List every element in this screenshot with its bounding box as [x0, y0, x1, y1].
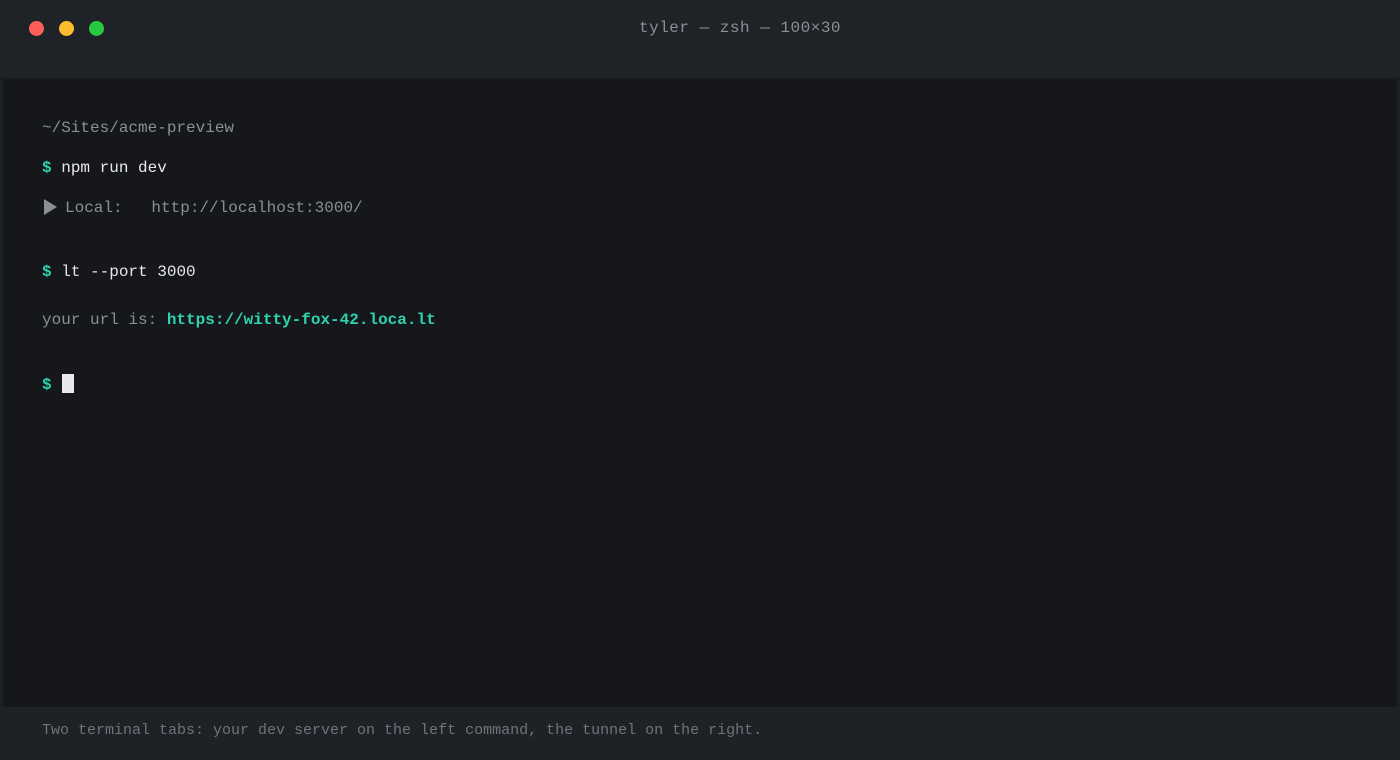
- command-line-2: $ lt --port 3000: [42, 262, 196, 282]
- command-text: lt --port 3000: [61, 263, 196, 281]
- terminal-window: tyler — zsh — 100×30 ~/Sites/acme-previe…: [0, 0, 1400, 760]
- terminal-content[interactable]: ~/Sites/acme-preview $ npm run dev Local…: [3, 79, 1397, 707]
- tunnel-url[interactable]: https://witty-fox-42.loca.lt: [167, 311, 436, 329]
- caption-text: Two terminal tabs: your dev server on th…: [42, 722, 763, 739]
- prompt-symbol: $: [42, 376, 52, 394]
- prompt-symbol: $: [42, 263, 52, 281]
- command-line-1: $ npm run dev: [42, 158, 167, 178]
- active-prompt-line[interactable]: $: [42, 374, 75, 395]
- title-bar[interactable]: tyler — zsh — 100×30: [0, 0, 1400, 79]
- url-prefix: your url is:: [42, 311, 158, 329]
- local-output-line: Local: http://localhost:3000/: [42, 198, 363, 218]
- cwd-line: ~/Sites/acme-preview: [42, 119, 235, 137]
- caption-bar: Two terminal tabs: your dev server on th…: [0, 708, 1400, 760]
- local-url: http://localhost:3000/: [151, 199, 363, 217]
- prompt-symbol: $: [42, 159, 52, 177]
- window-title: tyler — zsh — 100×30: [638, 19, 842, 37]
- local-label: Local:: [65, 199, 123, 217]
- command-text: npm run dev: [61, 159, 167, 177]
- tunnel-output-line: your url is: https://witty-fox-42.loca.l…: [42, 310, 436, 330]
- text-cursor: [62, 374, 75, 393]
- play-arrow-icon: [44, 199, 57, 215]
